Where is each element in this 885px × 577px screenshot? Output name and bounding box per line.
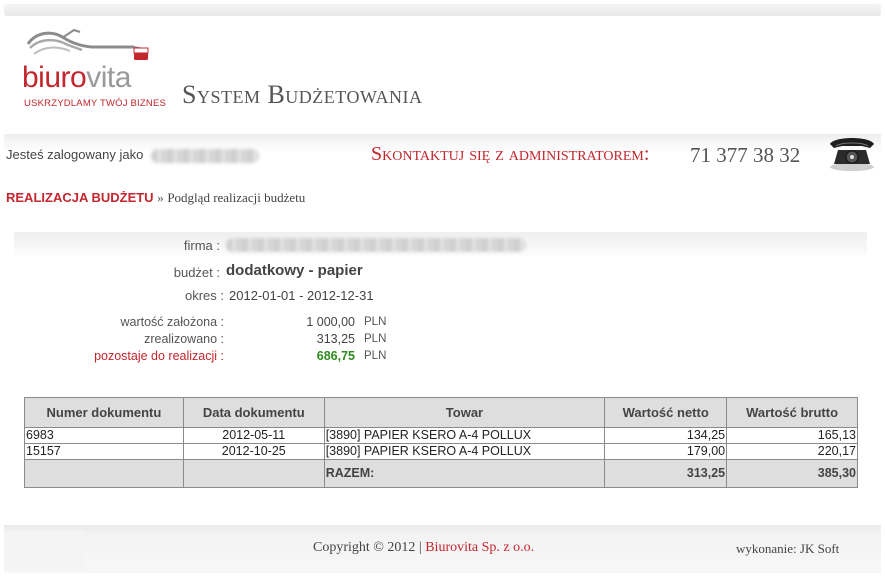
remaining-label: pozostaje do realizacji : — [94, 349, 224, 363]
col-header-item: Towar — [323, 397, 606, 428]
total-brutto: 385,30 — [726, 459, 858, 488]
table-row: 15157 2012-10-25 [3890] PAPIER KSERO A-4… — [24, 443, 858, 460]
cell-date: 2012-10-25 — [182, 443, 325, 460]
contact-admin-label: Skontaktuj się z administratorem: — [371, 143, 650, 165]
col-header-brutto: Wartość brutto — [726, 397, 858, 428]
planned-label: wartość założona : — [120, 315, 224, 329]
total-label: RAZEM: — [323, 459, 606, 488]
breadcrumb-separator: » — [157, 190, 164, 205]
budzet-label: budżet : — [173, 265, 220, 280]
remaining-value: 686,75 — [316, 349, 355, 363]
firma-value-redacted — [226, 238, 526, 252]
cell-date: 2012-05-11 — [182, 427, 325, 444]
col-header-number: Numer dokumentu — [24, 397, 184, 428]
cell-brutto: 220,17 — [726, 443, 858, 460]
logo-tagline: USKRZYDLAMY TWÓJ BIZNES — [24, 98, 167, 109]
okres-value: 2012-01-01 - 2012-12-31 — [229, 288, 374, 303]
username-redacted — [150, 148, 259, 163]
col-header-date: Data dokumentu — [182, 397, 325, 428]
breadcrumb: REALIZACJA BUDŻETU » Podgląd realizacji … — [6, 190, 305, 206]
planned-value: 1 000,00 — [306, 315, 355, 329]
cell-item: [3890] PAPIER KSERO A-4 POLLUX — [323, 427, 606, 444]
cell-item: [3890] PAPIER KSERO A-4 POLLUX — [323, 443, 606, 460]
company-link[interactable]: Biurovita Sp. z o.o. — [425, 540, 534, 555]
col-header-netto: Wartość netto — [604, 397, 728, 428]
cell-netto: 179,00 — [604, 443, 728, 460]
planned-currency: PLN — [364, 316, 387, 328]
remaining-currency: PLN — [364, 350, 387, 362]
table-header-row: Numer dokumentu Data dokumentu Towar War… — [24, 397, 858, 428]
budzet-value: dodatkowy - papier — [226, 262, 363, 279]
footer-left-block — [4, 531, 84, 571]
documents-table: Numer dokumentu Data dokumentu Towar War… — [24, 397, 858, 488]
table-total-row: RAZEM: 313,25 385,30 — [24, 459, 858, 488]
firma-label: firma : — [183, 238, 220, 253]
breadcrumb-main-link[interactable]: REALIZACJA BUDŻETU — [6, 190, 154, 205]
top-strip — [4, 4, 881, 16]
logged-in-info: Jesteś zalogowany jako — [6, 147, 259, 163]
admin-phone: 71 377 38 32 — [690, 143, 801, 167]
cell-brutto: 165,13 — [726, 427, 858, 444]
made-by[interactable]: wykonanie: JK Soft — [736, 541, 839, 557]
total-empty-cell — [24, 459, 184, 488]
table-row: 6983 2012-05-11 [3890] PAPIER KSERO A-4 … — [24, 427, 858, 444]
telephone-icon — [830, 138, 874, 171]
cell-number: 15157 — [24, 443, 184, 460]
total-netto: 313,25 — [604, 459, 728, 488]
logo-wordmark: biurovita — [22, 61, 131, 94]
stork-icon — [26, 28, 149, 60]
realized-currency: PLN — [364, 333, 387, 345]
realized-label: zrealizowano : — [144, 332, 224, 346]
page-title: System Budżetowania — [182, 80, 423, 109]
total-empty-cell — [182, 459, 325, 488]
copyright-text: Copyright © 2012 | — [313, 540, 422, 555]
copyright: Copyright © 2012 | Biurovita Sp. z o.o. — [313, 540, 534, 556]
realized-value: 313,25 — [316, 332, 355, 346]
okres-label: okres : — [184, 288, 224, 303]
cell-netto: 134,25 — [604, 427, 728, 444]
logged-in-label: Jesteś zalogowany jako — [6, 147, 144, 162]
biurovita-logo[interactable]: biurovita USKRZYDLAMY TWÓJ BIZNES — [22, 26, 166, 114]
cell-number: 6983 — [24, 427, 184, 444]
breadcrumb-current: Podgląd realizacji budżetu — [167, 190, 306, 205]
